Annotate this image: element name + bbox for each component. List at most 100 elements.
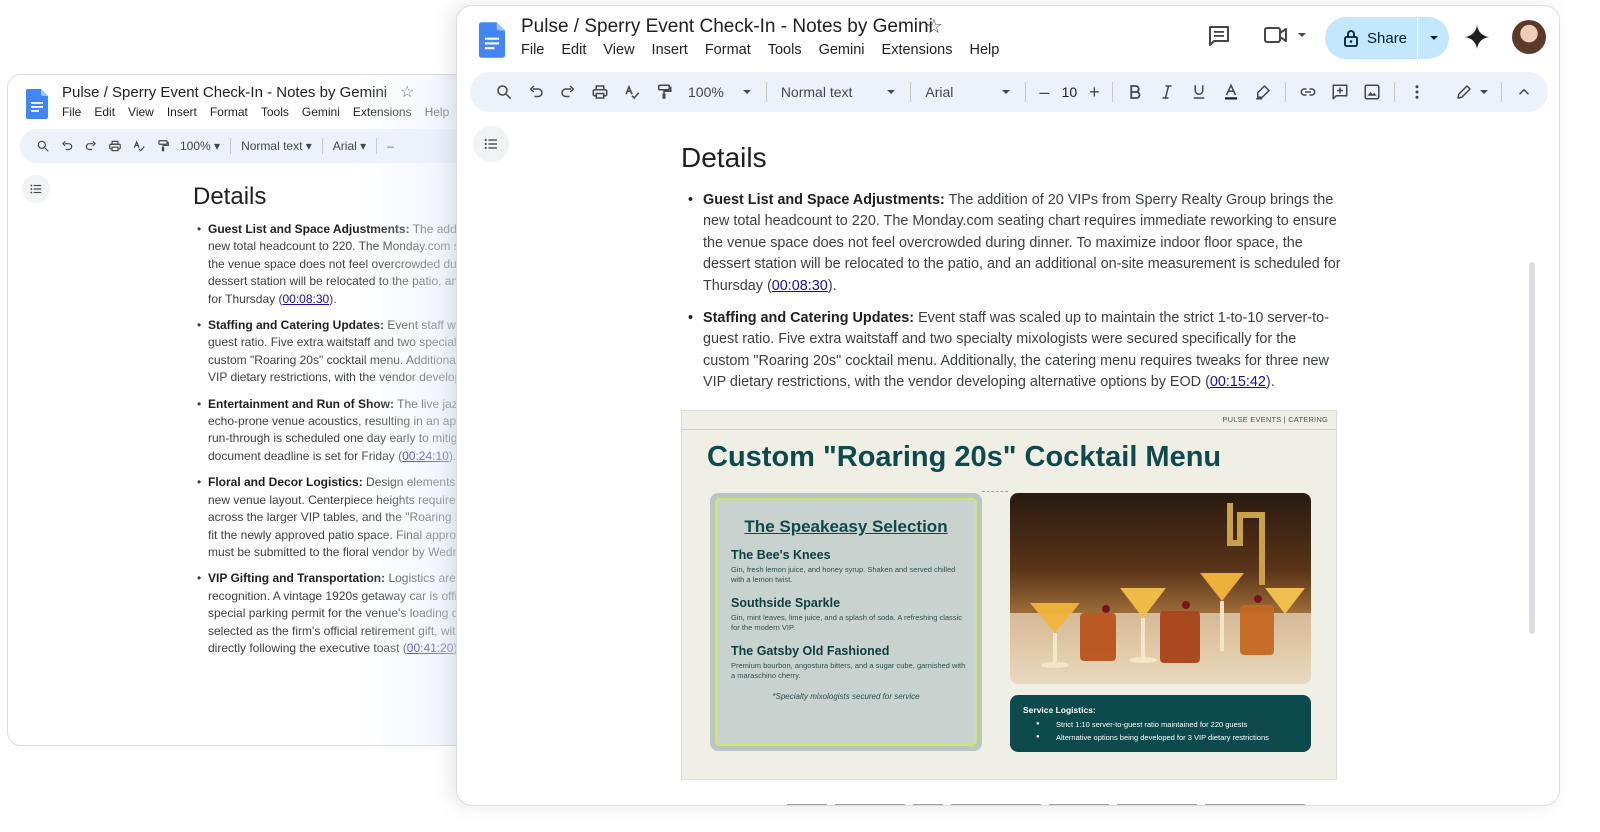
- italic-icon[interactable]: [1151, 76, 1183, 108]
- toolbar-divider: [1501, 82, 1502, 102]
- bold-icon[interactable]: [1119, 76, 1151, 108]
- paint-format-icon[interactable]: [156, 139, 170, 153]
- chevron-down-icon: [1429, 36, 1438, 40]
- doc-title[interactable]: Pulse / Sperry Event Check-In - Notes by…: [62, 84, 387, 101]
- link-icon[interactable]: [1292, 76, 1324, 108]
- style-select[interactable]: Normal text ▾: [241, 139, 312, 153]
- style-select[interactable]: Normal text: [773, 84, 905, 100]
- collapse-icon[interactable]: [1508, 76, 1540, 108]
- text-color-icon[interactable]: [1215, 76, 1247, 108]
- timestamp-link[interactable]: 00:08:30: [282, 292, 329, 306]
- font-select[interactable]: Arial ▾: [333, 139, 366, 153]
- toolbar-divider: [376, 138, 378, 154]
- toolbar-divider: [1112, 82, 1114, 102]
- menu-file[interactable]: File: [521, 42, 544, 58]
- toolbar-divider: [910, 82, 912, 102]
- redo-icon[interactable]: [552, 76, 584, 108]
- highlight-icon[interactable]: [1247, 76, 1279, 108]
- print-icon[interactable]: [584, 76, 616, 108]
- menu-bar: File Edit View Insert Format Tools Gemin…: [62, 105, 449, 119]
- slide-guide-line: [982, 491, 1008, 492]
- zoom-select[interactable]: 100% ▾: [180, 139, 220, 153]
- list-item: Staffing and Catering Updates: Event sta…: [685, 308, 1345, 394]
- scrollbar[interactable]: [1529, 262, 1535, 634]
- docs-icon[interactable]: [26, 89, 48, 124]
- menu-edit[interactable]: Edit: [94, 105, 115, 119]
- font-size-increase[interactable]: +: [1082, 76, 1106, 108]
- menu-gemini[interactable]: Gemini: [302, 105, 340, 119]
- avatar[interactable]: [1512, 20, 1546, 54]
- gemini-icon[interactable]: [1464, 24, 1490, 55]
- timestamp-link[interactable]: 00:41:20: [407, 641, 454, 655]
- timestamp-link[interactable]: 00:24:10: [402, 449, 449, 463]
- service-logistics-box: Service Logistics: Strict 1:10 server-to…: [1010, 695, 1311, 752]
- zoom-select[interactable]: 100%: [680, 84, 760, 100]
- more-vert-icon[interactable]: [1401, 76, 1433, 108]
- undo-icon[interactable]: [60, 139, 74, 153]
- undo-icon[interactable]: [520, 76, 552, 108]
- menu-insert[interactable]: Insert: [652, 42, 688, 58]
- font-size-input[interactable]: 10: [1056, 84, 1082, 100]
- search-icon[interactable]: [488, 76, 520, 108]
- add-comment-icon[interactable]: [1324, 76, 1356, 108]
- doc-title[interactable]: Pulse / Sperry Event Check-In - Notes by…: [521, 16, 933, 38]
- menu-help[interactable]: Help: [425, 105, 450, 119]
- chevron-down-icon: [742, 90, 751, 94]
- star-icon[interactable]: ☆: [400, 82, 414, 102]
- timestamp-link[interactable]: 00:15:42: [1210, 374, 1266, 390]
- menu-item: The Bee's Knees Gin, fresh lemon juice, …: [731, 548, 956, 584]
- edit-mode-icon[interactable]: [1449, 76, 1495, 108]
- timestamp-link[interactable]: 00:08:30: [772, 278, 828, 294]
- spellcheck-icon[interactable]: [616, 76, 648, 108]
- list-item: Strict 1:10 server-to-guest ratio mainta…: [1036, 718, 1269, 731]
- redo-icon[interactable]: [84, 139, 98, 153]
- menu-format[interactable]: Format: [210, 105, 248, 119]
- toolbar-divider: [1394, 82, 1396, 102]
- toolbar: 100% Normal text Arial – 10 +: [470, 72, 1548, 112]
- font-size-decrease[interactable]: –: [1032, 76, 1056, 108]
- share-button[interactable]: Share: [1325, 17, 1417, 59]
- font-select[interactable]: Arial: [917, 84, 1019, 100]
- paint-format-icon[interactable]: [648, 76, 680, 108]
- share-dropdown[interactable]: [1418, 17, 1449, 59]
- menu-view[interactable]: View: [128, 105, 154, 119]
- meet-icon: [1264, 27, 1287, 43]
- lock-icon: [1344, 30, 1358, 47]
- chevron-down-icon: [887, 90, 896, 94]
- menu-gemini[interactable]: Gemini: [819, 42, 865, 58]
- comment-icon[interactable]: [1207, 24, 1231, 53]
- menu-heading: The Speakeasy Selection: [744, 517, 948, 536]
- star-icon[interactable]: ☆: [925, 14, 943, 39]
- toolbar-divider: [1285, 82, 1287, 102]
- menu-extensions[interactable]: Extensions: [353, 105, 412, 119]
- outline-button[interactable]: [473, 126, 509, 162]
- menu-edit[interactable]: Edit: [561, 42, 586, 58]
- menu-bar: File Edit View Insert Format Tools Gemin…: [521, 42, 999, 58]
- details-list: Guest List and Space Adjustments: The ad…: [685, 190, 1345, 405]
- search-icon[interactable]: [36, 139, 50, 153]
- menu-card-frame: The Speakeasy Selection The Bee's Knees …: [715, 498, 977, 746]
- chevron-down-icon: [1480, 90, 1488, 94]
- spellcheck-icon[interactable]: [132, 139, 146, 153]
- menu-extensions[interactable]: Extensions: [882, 42, 953, 58]
- menu-card: The Speakeasy Selection The Bee's Knees …: [710, 493, 982, 751]
- list-item: Guest List and Space Adjustments: The ad…: [685, 190, 1345, 297]
- outline-button[interactable]: [22, 175, 50, 203]
- menu-file[interactable]: File: [62, 105, 81, 119]
- underline-icon[interactable]: [1183, 76, 1215, 108]
- meet-button[interactable]: [1263, 24, 1307, 46]
- toolbar-divider: [1025, 82, 1027, 102]
- font-size-decrease[interactable]: –: [387, 139, 394, 153]
- print-icon[interactable]: [108, 139, 122, 153]
- cocktail-menu-slide-image[interactable]: PULSE EVENTS | CATERING Custom "Roaring …: [681, 410, 1337, 780]
- cocktail-photo: [1010, 493, 1311, 684]
- menu-view[interactable]: View: [603, 42, 634, 58]
- docs-icon[interactable]: [479, 22, 505, 63]
- menu-tools[interactable]: Tools: [261, 105, 289, 119]
- toolbar-divider: [321, 138, 323, 154]
- image-icon[interactable]: [1356, 76, 1388, 108]
- menu-format[interactable]: Format: [705, 42, 751, 58]
- menu-help[interactable]: Help: [969, 42, 999, 58]
- menu-insert[interactable]: Insert: [167, 105, 197, 119]
- menu-tools[interactable]: Tools: [768, 42, 802, 58]
